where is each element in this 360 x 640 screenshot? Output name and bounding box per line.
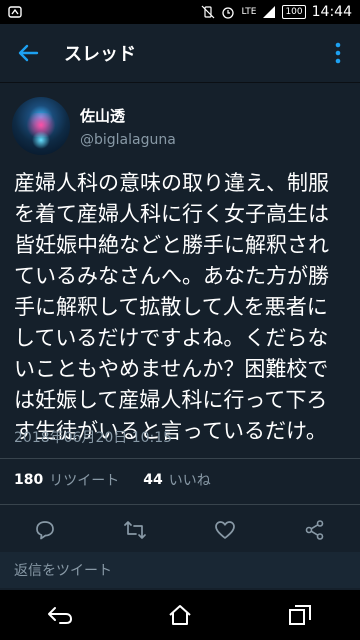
battery-level: 100	[285, 7, 303, 17]
avatar[interactable]	[12, 97, 70, 155]
app-root: LTE 100 14:44 スレッド 佐山透 @biglalaguna 産婦人科…	[0, 0, 360, 640]
tweet-text: 産婦人科の意味の取り違え、制服を着て産婦人科に行く女子高生は皆妊娠中絶などと勝手…	[14, 171, 329, 443]
author-names: 佐山透 @biglalaguna	[80, 105, 176, 148]
reply-icon	[36, 521, 54, 540]
reply-input[interactable]: 返信をツイート	[14, 560, 112, 580]
divider	[0, 504, 360, 505]
alarm-icon	[222, 7, 235, 19]
nav-recent-apps-icon	[289, 605, 311, 625]
retweet-count[interactable]: 180	[14, 472, 43, 488]
more-vertical-icon	[335, 42, 341, 64]
nav-back-icon	[48, 607, 72, 624]
page-title: スレッド	[64, 44, 136, 65]
retweet-button[interactable]	[115, 512, 155, 548]
more-options-button[interactable]	[326, 38, 350, 68]
retweet-icon	[124, 521, 146, 539]
status-left	[8, 5, 22, 19]
tweet-actions	[0, 512, 360, 548]
network-type: LTE	[241, 7, 257, 17]
heart-icon	[215, 521, 235, 539]
tweet-author[interactable]: 佐山透 @biglalaguna	[12, 96, 176, 156]
signal-icon	[263, 6, 276, 18]
status-time: 14:44	[311, 4, 352, 20]
retweet-label[interactable]: リツイート	[49, 470, 119, 490]
notification-icon	[8, 6, 22, 18]
like-count[interactable]: 44	[143, 472, 162, 488]
nav-recent-button[interactable]	[270, 595, 330, 635]
top-app-bar: スレッド	[0, 24, 360, 83]
status-right: LTE 100 14:44	[201, 4, 352, 20]
system-navigation-bar	[0, 590, 360, 640]
nav-back-button[interactable]	[30, 595, 90, 635]
back-arrow-icon	[18, 44, 39, 62]
share-icon	[305, 520, 324, 540]
reply-composer[interactable]: 返信をツイート	[0, 552, 360, 588]
vibrate-off-icon	[202, 5, 215, 19]
share-button[interactable]	[295, 512, 335, 548]
reply-button[interactable]	[25, 512, 65, 548]
nav-home-icon	[169, 605, 191, 625]
status-bar: LTE 100 14:44	[0, 0, 360, 24]
back-button[interactable]	[0, 24, 56, 82]
display-name[interactable]: 佐山透	[80, 105, 176, 126]
like-button[interactable]	[205, 512, 245, 548]
like-label[interactable]: いいね	[169, 470, 211, 490]
divider	[0, 458, 360, 459]
nav-home-button[interactable]	[150, 595, 210, 635]
battery-indicator: 100	[282, 5, 306, 19]
tweet-stats: 180 リツイート 44 いいね	[14, 470, 211, 490]
tweet-timestamp: 2018年06月20日 10:15	[14, 430, 173, 446]
user-handle[interactable]: @biglalaguna	[80, 132, 176, 148]
